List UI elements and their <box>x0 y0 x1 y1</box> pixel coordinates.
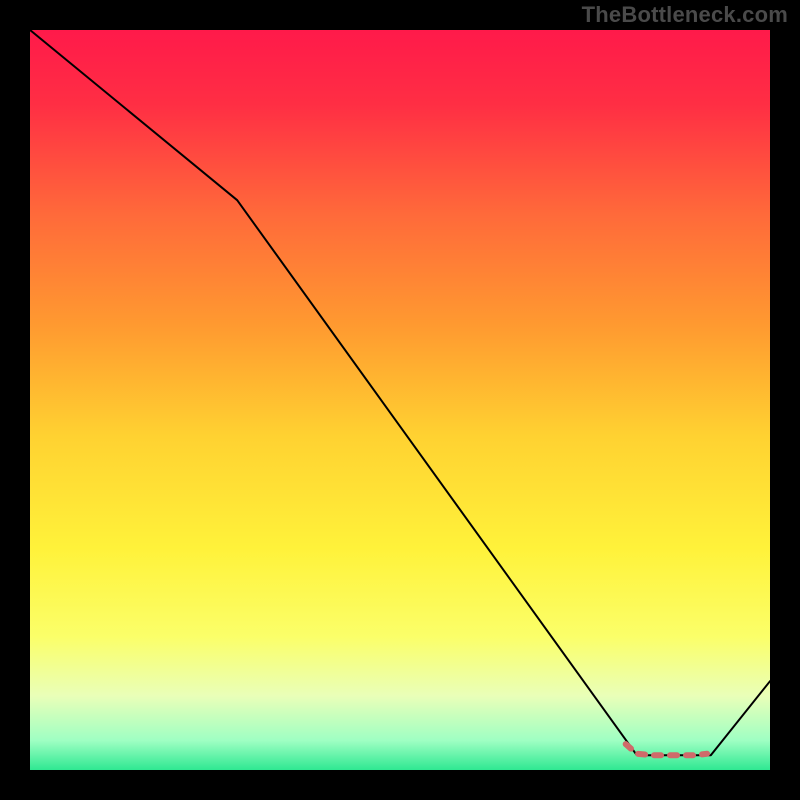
chart-frame: TheBottleneck.com <box>0 0 800 800</box>
chart-plot <box>30 30 770 770</box>
watermark-text: TheBottleneck.com <box>582 2 788 28</box>
chart-svg <box>30 30 770 770</box>
